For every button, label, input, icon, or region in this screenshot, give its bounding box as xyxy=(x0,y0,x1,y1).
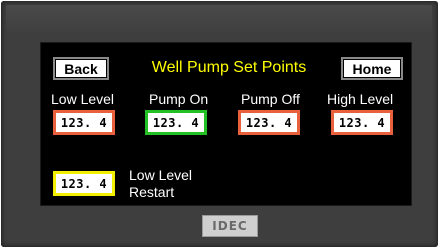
low-level-restart-value: 123. 4 xyxy=(60,176,108,191)
pump-on-value-field[interactable]: 123. 4 xyxy=(145,110,207,135)
high-level-value-field[interactable]: 123. 4 xyxy=(331,110,393,135)
pump-on-value: 123. 4 xyxy=(152,115,200,130)
idec-logo: IDEC xyxy=(202,215,258,237)
back-button[interactable]: Back xyxy=(53,57,109,80)
low-level-label: Low Level xyxy=(51,91,115,107)
brand-label: IDEC xyxy=(212,219,248,233)
low-level-value-field[interactable]: 123. 4 xyxy=(53,110,115,135)
bezel-highlight xyxy=(6,5,432,35)
pump-on-label: Pump On xyxy=(149,91,209,107)
low-level-restart-value-field[interactable]: 123. 4 xyxy=(53,171,115,196)
hmi-screen: Back Well Pump Set Points Home Low Level… xyxy=(40,42,412,206)
high-level-value: 123. 4 xyxy=(338,115,386,130)
page-title: Well Pump Set Points xyxy=(151,59,307,76)
low-level-restart-label-line1: Low Level xyxy=(129,167,193,183)
home-button[interactable]: Home xyxy=(341,57,403,80)
pump-off-value: 123. 4 xyxy=(245,115,293,130)
low-level-value: 123. 4 xyxy=(60,115,108,130)
low-level-restart-label-line2: Restart xyxy=(129,184,175,200)
pump-off-value-field[interactable]: 123. 4 xyxy=(238,110,300,135)
high-level-label: High Level xyxy=(327,91,394,107)
pump-off-label: Pump Off xyxy=(241,91,300,107)
